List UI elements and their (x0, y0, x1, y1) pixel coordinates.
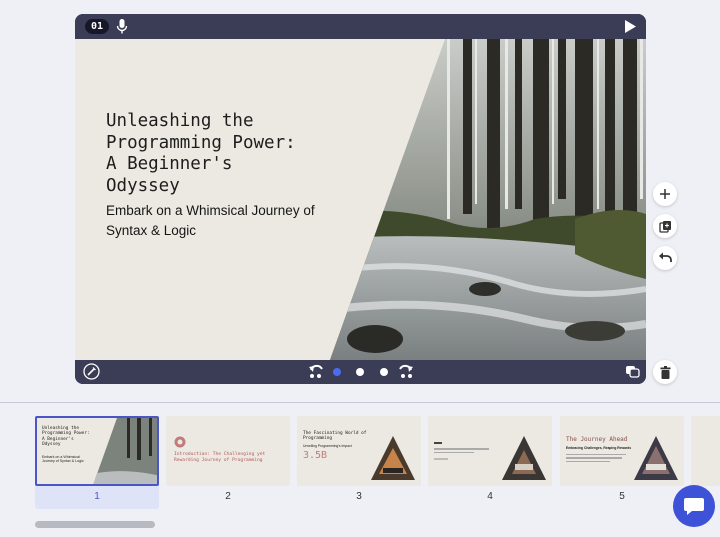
slide-thumbnail-strip[interactable]: Unleashing the Programming Power: A Begi… (0, 403, 720, 537)
wand-icon[interactable] (83, 363, 100, 380)
slide-editor: 01 Unleashing the Programming Power: A B… (75, 14, 646, 384)
thumbnail-number: 4 (487, 491, 493, 502)
trash-icon (660, 365, 670, 379)
thumbnail-number: 1 (94, 491, 100, 502)
thumbnail-subtitle: Embracing Challenges, Reaping Rewards (566, 446, 632, 450)
forest-stream-image (330, 39, 646, 360)
thumbnail-badge-icon (174, 436, 186, 448)
thumbnail-text-lines (434, 442, 489, 460)
thumbnail-triangle-image (371, 436, 415, 480)
slide-canvas[interactable]: Unleashing the Programming Power: A Begi… (75, 39, 646, 360)
thumbnail-preview[interactable]: Unleashing the Programming Power: A Begi… (35, 416, 159, 486)
thumbnail-number: 3 (356, 491, 362, 502)
thumbnail-text-lines (566, 454, 626, 462)
thumbnail-preview[interactable] (691, 416, 720, 486)
thumbnail-preview[interactable]: The Journey Ahead Embracing Challenges, … (560, 416, 684, 486)
thumbnail-triangle-image (634, 436, 678, 480)
slide-number-badge: 01 (85, 19, 110, 34)
slide-thumbnail-3[interactable]: The Fascinating World of Programming Unv… (297, 416, 421, 509)
thumbnail-scrollbar[interactable] (35, 521, 155, 528)
thumbnail-subtitle: Embark on a Whimsical Journey of Syntax … (42, 455, 84, 464)
chat-button[interactable] (673, 485, 715, 527)
add-slide-button[interactable] (653, 182, 677, 206)
next-slide-icon[interactable] (398, 363, 414, 380)
play-icon[interactable] (623, 19, 637, 34)
thumbnail-number: 5 (619, 491, 625, 502)
previous-slide-icon[interactable] (308, 363, 324, 380)
thumbnail-subtitle: Unveiling Programming's Impact (303, 444, 352, 448)
slide-dot-active[interactable] (333, 368, 341, 376)
slide-subtitle[interactable]: Embark on a Whimsical Journey of Syntax … (106, 201, 336, 241)
delete-slide-button[interactable] (653, 360, 677, 384)
thumbnail-title: The Journey Ahead (566, 436, 628, 443)
duplicate-icon (658, 220, 671, 233)
slide-thumbnail-1[interactable]: Unleashing the Programming Power: A Begi… (35, 416, 159, 509)
thumbnail-title: The Fascinating World of Programming (303, 431, 367, 442)
comment-overlay-icon[interactable] (625, 363, 640, 378)
thumbnail-number: 2 (225, 491, 231, 502)
thumbnail-title: Introduction: The Challenging yet Reward… (174, 452, 266, 463)
microphone-icon[interactable] (115, 18, 129, 35)
thumbnail-title: Unleashing the Programming Power: A Begi… (42, 426, 90, 448)
thumbnail-preview[interactable]: The Fascinating World of Programming Unv… (297, 416, 421, 486)
undo-button[interactable] (653, 246, 677, 270)
thumbnail-preview[interactable] (428, 416, 552, 486)
plus-icon (660, 189, 670, 199)
thumbnail-triangle-image (502, 436, 546, 480)
thumbnail-stat: 3.5B (303, 450, 328, 461)
thumbnail-preview[interactable]: Introduction: The Challenging yet Reward… (166, 416, 290, 486)
undo-icon (659, 252, 672, 262)
slide-thumbnail-2[interactable]: Introduction: The Challenging yet Reward… (166, 416, 290, 509)
editor-bottom-bar (75, 360, 646, 384)
editor-top-bar: 01 (75, 14, 646, 39)
chat-bubble-icon (684, 498, 704, 515)
slide-thumbnail-4[interactable]: 4 (428, 416, 552, 509)
duplicate-slide-button[interactable] (653, 214, 677, 238)
slide-dot[interactable] (356, 368, 364, 376)
slide-dot[interactable] (380, 368, 388, 376)
slide-title[interactable]: Unleashing the Programming Power: A Begi… (106, 111, 336, 197)
slide-thumbnail-5[interactable]: The Journey Ahead Embracing Challenges, … (560, 416, 684, 509)
